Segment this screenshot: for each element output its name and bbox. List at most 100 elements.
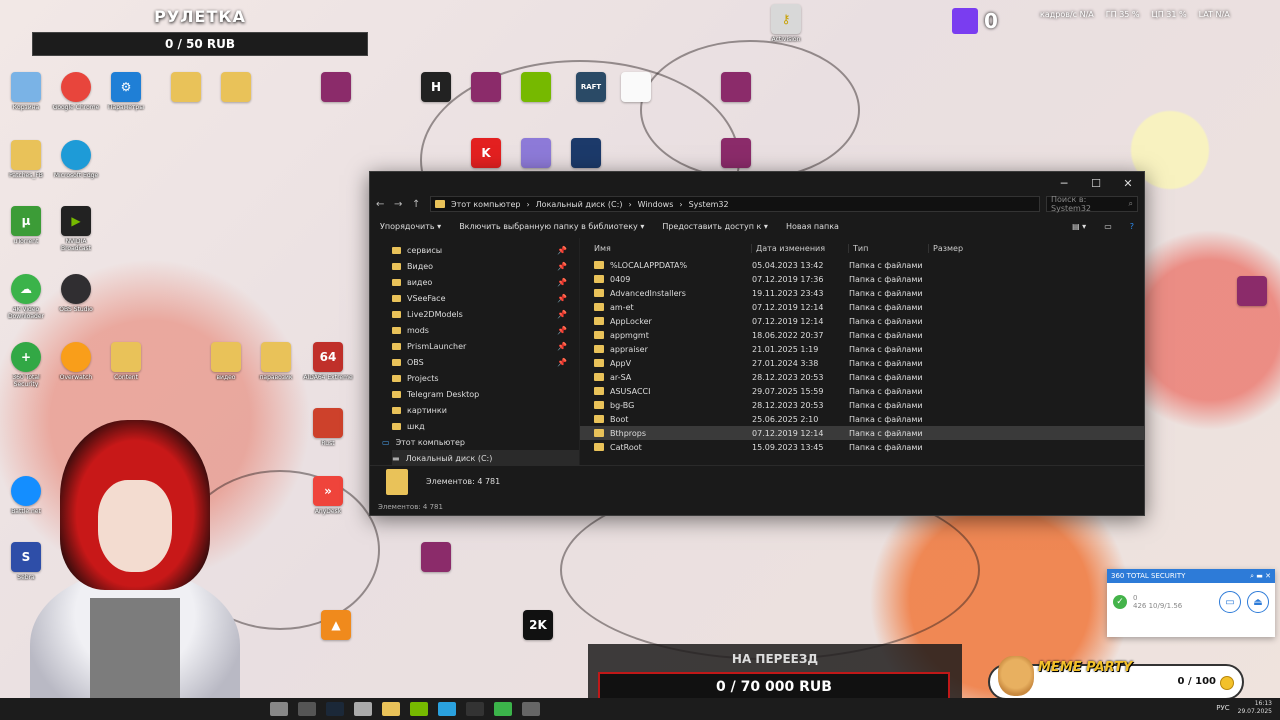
pin-icon[interactable]: 📌 — [557, 358, 567, 367]
file-row[interactable]: AdvancedInstallers 19.11.2023 23:43 Папка … — [580, 286, 1144, 300]
folder-button[interactable]: ▭ — [1219, 591, 1241, 613]
desktop-icon-anydesk[interactable]: » AnyDesk — [302, 476, 354, 536]
eject-button[interactable]: ⏏ — [1247, 591, 1269, 613]
file-row[interactable]: Boot 25.06.2025 2:10 Папка с файлами — [580, 412, 1144, 426]
taskbar-app-icon[interactable] — [270, 702, 288, 716]
taskbar-app-icon[interactable] — [354, 702, 372, 716]
nav-item[interactable]: Видео 📌 — [392, 258, 579, 274]
desktop-icon-settings[interactable]: ⚙ Параметры — [100, 72, 152, 132]
file-row[interactable]: %LOCALAPPDATA% 05.04.2023 13:42 Папка с фа… — [580, 258, 1144, 272]
steam-icon[interactable] — [326, 702, 344, 716]
desktop-icon-nvidia[interactable] — [510, 72, 562, 132]
column-date[interactable]: Дата изменения — [752, 243, 849, 253]
nav-item[interactable]: VSeeFace 📌 — [392, 290, 579, 306]
folder-icon[interactable] — [382, 702, 400, 716]
desktop-icon-utorrent[interactable]: µ uTorrent — [0, 206, 52, 266]
desktop-icon-winrar[interactable] — [1226, 276, 1278, 336]
preview-pane-icon[interactable]: ▭ — [1104, 222, 1112, 231]
file-row[interactable]: AppLocker 07.12.2019 12:14 Папка с файлами — [580, 314, 1144, 328]
close-button[interactable]: ✕ — [1112, 172, 1144, 194]
desktop-icon-winrar[interactable] — [710, 72, 762, 132]
nav-item[interactable]: видео 📌 — [392, 274, 579, 290]
organize-button[interactable]: Упорядочить ▾ — [380, 222, 441, 231]
minimize-button[interactable]: ─ — [1048, 172, 1080, 194]
new-folder-button[interactable]: Новая папка — [786, 222, 839, 231]
pin-icon[interactable]: 📌 — [557, 262, 567, 271]
share-with-button[interactable]: Предоставить доступ к ▾ — [662, 222, 768, 231]
file-row[interactable]: am-et 07.12.2019 12:14 Папка с файлами — [580, 300, 1144, 314]
desktop-icon-obs[interactable]: OBS Studio — [50, 274, 102, 334]
breadcrumb-item[interactable]: Windows — [638, 200, 674, 209]
pin-icon[interactable]: 📌 — [557, 246, 567, 255]
desktop-icon-paravozik[interactable]: паравозик — [250, 342, 302, 402]
nav-item-this-pc[interactable]: ▭ Этот компьютер — [382, 434, 579, 450]
file-row[interactable]: ar-SA 28.12.2023 20:53 Папка с файлами — [580, 370, 1144, 384]
desktop-icon-activision[interactable]: ⚷ Activision — [760, 4, 812, 64]
file-row[interactable]: AppV 27.01.2024 3:38 Папка с файлами — [580, 356, 1144, 370]
pin-icon[interactable]: 📌 — [557, 294, 567, 303]
file-row[interactable]: ASUSACCI 29.07.2025 15:59 Папка с файлами — [580, 384, 1144, 398]
desktop-icon-winrar[interactable] — [460, 72, 512, 132]
desktop-icon-folder[interactable] — [210, 72, 262, 132]
breadcrumb-item[interactable]: Локальный диск (C:) — [536, 200, 623, 209]
taskbar-app-icon[interactable] — [298, 702, 316, 716]
window-titlebar[interactable]: ─ ☐ ✕ — [370, 172, 1144, 194]
up-arrow-icon[interactable]: ↑ — [412, 199, 424, 210]
desktop-icon-nvidia-broadcast[interactable]: ▶ NVIDIA Broadcast — [50, 206, 102, 266]
desktop-icon-360[interactable]: +360 Total Security — [0, 342, 52, 402]
desktop-icon-folder[interactable] — [160, 72, 212, 132]
nav-item[interactable]: сервисы 📌 — [392, 242, 579, 258]
forward-arrow-icon[interactable]: → — [394, 199, 406, 210]
obs-icon[interactable] — [466, 702, 484, 716]
pin-icon[interactable]: 📌 — [557, 342, 567, 351]
breadcrumb-item[interactable]: System32 — [689, 200, 729, 209]
help-icon[interactable]: ? — [1130, 222, 1134, 231]
taskbar-app-icon[interactable] — [522, 702, 540, 716]
desktop-icon-chrome[interactable]: Google Chrome — [50, 72, 102, 132]
pin-icon[interactable]: 📌 — [557, 278, 567, 287]
file-row[interactable]: appraiser 21.01.2025 1:19 Папка с файлами — [580, 342, 1144, 356]
nav-item[interactable]: Live2DModels 📌 — [392, 306, 579, 322]
file-row[interactable]: appmgmt 18.06.2022 20:37 Папка с файлами — [580, 328, 1144, 342]
popup-controls[interactable]: ⌕ ▬ ✕ — [1250, 572, 1271, 581]
file-row[interactable]: CatRoot 15.09.2023 13:45 Папка с файлами — [580, 440, 1144, 454]
nav-item[interactable]: Telegram Desktop — [392, 386, 579, 402]
desktop-icon-content[interactable]: Content — [100, 342, 152, 402]
desktop-icon-2k[interactable]: 2K — [512, 610, 564, 670]
pin-icon[interactable]: 📌 — [557, 326, 567, 335]
column-size[interactable]: Размер — [929, 244, 989, 253]
breadcrumb-item[interactable]: Этот компьютер — [451, 200, 520, 209]
nav-item[interactable]: Projects — [392, 370, 579, 386]
maximize-button[interactable]: ☐ — [1080, 172, 1112, 194]
desktop-icon-recycle-bin[interactable]: Корзина — [0, 72, 52, 132]
pin-icon[interactable]: 📌 — [557, 310, 567, 319]
nav-item[interactable]: шкд — [392, 418, 579, 434]
telegram-icon[interactable] — [438, 702, 456, 716]
nav-item[interactable]: картинки — [392, 402, 579, 418]
desktop-icon-vlc[interactable]: ▲ — [310, 610, 362, 670]
nvidia-icon[interactable] — [410, 702, 428, 716]
language-indicator[interactable]: РУС — [1216, 704, 1229, 712]
nav-item[interactable]: OBS 📌 — [392, 354, 579, 370]
column-name[interactable]: Имя — [580, 243, 752, 253]
desktop-icon-edge[interactable]: Microsoft Edge — [50, 140, 102, 200]
desktop-icon-overwatch[interactable]: Overwatch — [50, 342, 102, 402]
view-options-icon[interactable]: ▤ ▾ — [1072, 222, 1086, 231]
file-row[interactable]: 0409 07.12.2019 17:36 Папка с файлами — [580, 272, 1144, 286]
nav-item-local-disk[interactable]: ▬ Локальный диск (C:) — [392, 450, 579, 466]
desktop-icon-4k-video[interactable]: ☁ 4K Video Downloader — [0, 274, 52, 334]
search-input[interactable]: Поиск в: System32 ⌕ — [1046, 195, 1138, 213]
back-arrow-icon[interactable]: ← — [376, 199, 388, 210]
address-bar[interactable]: Этот компьютер › Локальный диск (C:) › Win… — [430, 196, 1040, 212]
desktop-icon-aida64[interactable]: 64 AIDA64 Extreme — [302, 342, 354, 402]
include-in-library-button[interactable]: Включить выбранную папку в библиотеку ▾ — [459, 222, 644, 231]
desktop-icon-winrar[interactable] — [310, 72, 362, 132]
desktop-icon-video[interactable]: видео — [200, 342, 252, 402]
desktop-icon-winrar[interactable] — [410, 542, 462, 602]
desktop-icon-h[interactable]: H — [410, 72, 462, 132]
taskbar-app-icon[interactable] — [494, 702, 512, 716]
nav-item[interactable]: mods 📌 — [392, 322, 579, 338]
file-row[interactable]: bg-BG 28.12.2023 20:53 Папка с файлами — [580, 398, 1144, 412]
desktop-icon-patches[interactable]: Patches_FB — [0, 140, 52, 200]
clock[interactable]: 16:13 29.07.2025 — [1238, 700, 1272, 716]
